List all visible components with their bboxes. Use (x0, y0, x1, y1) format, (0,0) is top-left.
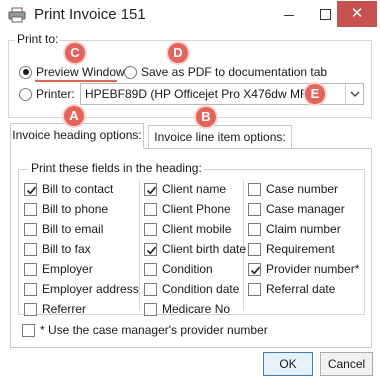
field-medicare-no[interactable]: Medicare No (144, 302, 230, 316)
field-bill-to-contact[interactable]: Bill to contact (24, 182, 113, 196)
field-condition-date[interactable]: Condition date (144, 282, 239, 296)
callout-marker-c: C (65, 43, 85, 63)
field-requirement[interactable]: Requirement (248, 242, 335, 256)
printer-label: Printer: (36, 87, 75, 101)
callout-marker-e: E (305, 84, 325, 104)
checkbox[interactable] (24, 282, 37, 296)
field-employer[interactable]: Employer (24, 262, 93, 276)
callout-marker-d: D (168, 43, 188, 63)
field-client-birth-date[interactable]: Client birth date (144, 242, 246, 256)
preview-radio-dot[interactable] (19, 65, 32, 79)
field-label: Provider number* (266, 262, 360, 276)
field-provider-number[interactable]: Provider number* (248, 262, 359, 276)
close-icon: ✕ (350, 5, 364, 22)
printer-icon (8, 7, 26, 23)
field-label: Client mobile (162, 222, 232, 236)
field-label: Bill to email (42, 222, 104, 236)
checkbox[interactable] (24, 202, 37, 216)
column-divider (139, 180, 140, 310)
field-label: Referral date (266, 282, 336, 296)
checkbox[interactable] (22, 323, 35, 337)
printer-radio[interactable]: Printer: (19, 87, 75, 101)
field-client-mobile[interactable]: Client mobile (144, 222, 231, 236)
callout-marker-b: B (196, 107, 216, 127)
preview-underline (35, 80, 117, 82)
field-label: Case manager (266, 202, 345, 216)
checkbox[interactable] (248, 282, 261, 296)
save-pdf-label: Save as PDF to documentation tab (141, 65, 328, 79)
field-case-number[interactable]: Case number (248, 182, 338, 196)
ok-button[interactable]: OK (263, 352, 313, 376)
field-label: Client name (162, 182, 227, 196)
minimize-button[interactable] (271, 0, 307, 28)
checkbox[interactable] (144, 262, 157, 276)
checkbox[interactable] (24, 182, 37, 196)
field-referral-date[interactable]: Referral date (248, 282, 335, 296)
field-referrer[interactable]: Referrer (24, 302, 86, 316)
field-bill-to-fax[interactable]: Bill to fax (24, 242, 91, 256)
checkbox[interactable] (144, 302, 157, 316)
checkbox[interactable] (248, 202, 261, 216)
field-label: Medicare No (162, 302, 231, 316)
tab-heading-label: Invoice heading options: (12, 128, 142, 142)
field-label: Bill to phone (42, 202, 109, 216)
chevron-down-icon[interactable] (345, 84, 363, 104)
checkbox[interactable] (144, 242, 157, 256)
field-label: Condition date (162, 282, 240, 296)
checkbox[interactable] (24, 222, 37, 236)
checkbox[interactable] (24, 262, 37, 276)
cancel-button-label: Cancel (327, 357, 366, 371)
print-to-group (8, 40, 372, 118)
cancel-button[interactable]: Cancel (320, 352, 373, 376)
tab-invoice-line-item-options[interactable]: Invoice line item options: (148, 125, 292, 149)
checkbox[interactable] (248, 222, 261, 236)
field-bill-to-phone[interactable]: Bill to phone (24, 202, 108, 216)
printer-select-value: HPEBF89D (HP Officejet Pro X476dw MFP) (85, 87, 320, 101)
field-label: Employer (42, 262, 93, 276)
close-button[interactable]: ✕ (337, 1, 377, 27)
print-invoice-dialog: Print Invoice 151 ✕ Print to: Preview Wi… (0, 0, 380, 379)
tab-invoice-heading-options[interactable]: Invoice heading options: (10, 123, 144, 149)
checkbox[interactable] (144, 282, 157, 296)
field-label: Referrer (42, 302, 87, 316)
field-claim-number[interactable]: Claim number (248, 222, 341, 236)
checkbox[interactable] (248, 242, 261, 256)
checkbox[interactable] (144, 202, 157, 216)
field-label: Condition (162, 262, 213, 276)
field-condition[interactable]: Condition (144, 262, 213, 276)
footnote-label: * Use the case manager's provider number (40, 323, 268, 337)
pdf-radio-dot[interactable] (124, 65, 137, 79)
checkbox[interactable] (248, 182, 261, 196)
use-case-manager-provider-number[interactable]: * Use the case manager's provider number (22, 323, 268, 337)
ok-button-label: OK (279, 357, 297, 371)
field-label: Claim number (266, 222, 341, 236)
field-label: Bill to contact (42, 182, 114, 196)
heading-fields-legend: Print these fields in the heading: (29, 161, 204, 175)
checkbox[interactable] (248, 262, 261, 276)
field-label: Bill to fax (42, 242, 91, 256)
checkbox[interactable] (24, 242, 37, 256)
window-title: Print Invoice 151 (34, 6, 146, 23)
field-bill-to-email[interactable]: Bill to email (24, 222, 103, 236)
printer-radio-dot[interactable] (19, 87, 32, 101)
checkbox[interactable] (144, 182, 157, 196)
field-client-name[interactable]: Client name (144, 182, 226, 196)
field-label: Requirement (266, 242, 335, 256)
field-client-phone[interactable]: Client Phone (144, 202, 231, 216)
tab-line-item-label: Invoice line item options: (154, 130, 286, 144)
checkbox[interactable] (144, 222, 157, 236)
preview-window-label: Preview Window (36, 65, 125, 79)
checkbox[interactable] (24, 302, 37, 316)
field-label: Client Phone (162, 202, 231, 216)
print-to-legend: Print to: (15, 32, 61, 46)
title-bar: Print Invoice 151 ✕ (0, 0, 380, 30)
callout-marker-a: A (64, 106, 84, 126)
preview-window-radio[interactable]: Preview Window (19, 65, 125, 79)
field-label: Client birth date (162, 242, 247, 256)
field-employer-address[interactable]: Employer address (24, 282, 139, 296)
field-case-manager[interactable]: Case manager (248, 202, 345, 216)
save-pdf-radio[interactable]: Save as PDF to documentation tab (124, 65, 327, 79)
field-label: Case number (266, 182, 339, 196)
field-label: Employer address (42, 282, 139, 296)
